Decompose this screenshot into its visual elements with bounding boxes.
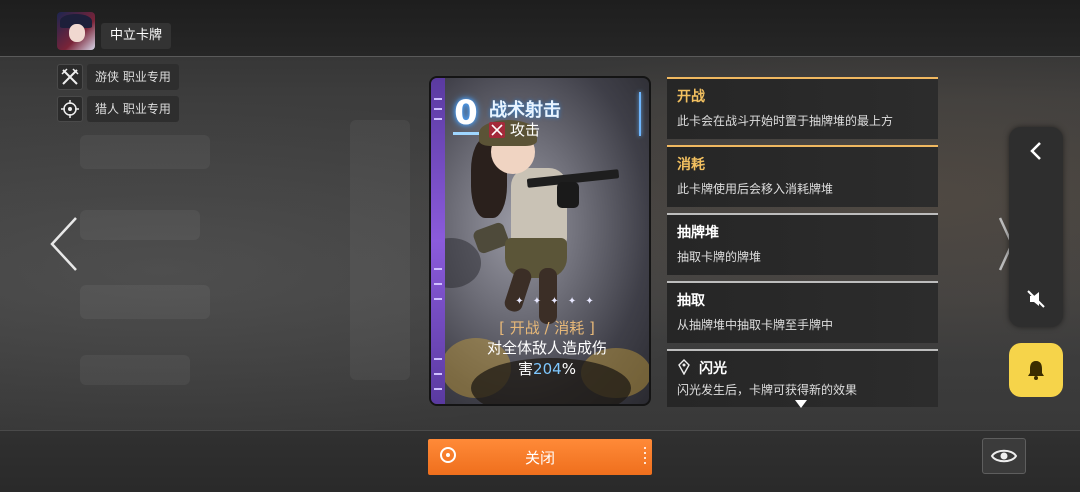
card-type-label: 攻击 <box>510 121 541 139</box>
card-type: 攻击 <box>489 119 540 140</box>
prev-card-arrow[interactable] <box>48 216 80 276</box>
keyword-title: 闪光 <box>699 361 727 377</box>
card-detail: 0 战术射击 攻击 ✦ ✦ ✦ ✦ ✦ [ 开战 / 消耗 ] 对全体敌人造成伤… <box>429 76 651 406</box>
target-icon <box>57 96 83 122</box>
card-sparkles: ✦ ✦ ✦ ✦ ✦ <box>515 296 597 307</box>
keyword-item-draw: 抽取 从抽牌堆中抽取卡牌至手牌中 <box>667 281 938 343</box>
collapse-panel-button[interactable] <box>1009 129 1063 173</box>
keyword-item-draw-pile: 抽牌堆 抽取卡牌的牌堆 <box>667 213 938 275</box>
close-button-label: 关闭 <box>524 448 555 467</box>
keyword-desc: 闪光发生后，卡牌可获得新的效果 <box>677 383 858 397</box>
class-tag-label: 游侠 职业专用 <box>87 64 179 90</box>
mute-icon <box>1027 290 1045 308</box>
class-tag-hunter: 猎人 职业专用 <box>57 96 179 122</box>
notification-button[interactable] <box>1009 343 1063 397</box>
keyword-title: 开战 <box>677 89 705 105</box>
attack-icon <box>489 121 505 138</box>
keyword-desc: 从抽牌堆中抽取卡牌至手牌中 <box>677 318 834 332</box>
keyword-item-opening: 开战 此卡会在战斗开始时置于抽牌堆的最上方 <box>667 77 938 139</box>
card-art-weapon <box>557 182 579 208</box>
card-desc-suffix: % <box>561 360 576 378</box>
floating-side-panel <box>1009 127 1063 327</box>
bg-blur-shape <box>80 135 210 169</box>
scroll-down-indicator[interactable] <box>795 400 807 408</box>
class-tag-label: 猎人 职业专用 <box>87 96 179 122</box>
card-desc-prefix: 害 <box>518 360 534 378</box>
card-frame-accent <box>639 92 641 136</box>
keyword-item-flash: 闪光 闪光发生后，卡牌可获得新的效果 <box>667 349 938 407</box>
crossed-swords-icon <box>57 64 83 90</box>
mute-button[interactable] <box>1009 277 1063 321</box>
card-cost-underline <box>453 132 479 135</box>
circle-dot-icon <box>440 447 456 463</box>
chevron-left-icon <box>50 217 77 271</box>
avatar[interactable] <box>57 12 95 50</box>
card-damage-value: 204 <box>533 360 562 378</box>
button-edge-decoration <box>644 447 646 467</box>
keyword-title: 抽取 <box>677 293 705 309</box>
card-description: 对全体敌人造成伤 害204% <box>449 338 645 380</box>
eye-icon <box>990 449 1018 463</box>
card-desc-line2: 害204% <box>449 359 645 380</box>
bell-icon <box>1028 361 1044 380</box>
keyword-desc: 抽取卡牌的牌堆 <box>677 250 762 264</box>
card-desc-line1: 对全体敌人造成伤 <box>486 339 607 357</box>
view-toggle-button[interactable] <box>982 438 1026 474</box>
keyword-item-exhaust: 消耗 此卡牌使用后会移入消耗牌堆 <box>667 145 938 207</box>
card-rarity-stripe <box>431 78 445 404</box>
keyword-desc: 此卡牌使用后会移入消耗牌堆 <box>677 182 834 196</box>
class-tag-ranger: 游侠 职业专用 <box>57 64 179 90</box>
card-keyword-tags: [ 开战 / 消耗 ] <box>499 319 595 337</box>
close-button[interactable]: 关闭 <box>428 439 652 475</box>
avatar-face <box>69 24 85 42</box>
keyword-list[interactable]: 开战 此卡会在战斗开始时置于抽牌堆的最上方 消耗 此卡牌使用后会移入消耗牌堆 抽… <box>667 77 938 407</box>
top-bar: 中立卡牌 <box>0 0 1080 57</box>
keyword-title: 消耗 <box>677 157 705 173</box>
page-title: 中立卡牌 <box>101 23 172 49</box>
chevron-left-icon <box>1030 142 1041 160</box>
keyword-title: 抽牌堆 <box>677 225 719 241</box>
bg-blur-shape <box>80 210 200 240</box>
keyword-desc: 此卡会在战斗开始时置于抽牌堆的最上方 <box>677 114 894 128</box>
bg-blur-shape <box>350 120 410 380</box>
bg-blur-shape <box>80 355 190 385</box>
bg-blur-shape <box>80 285 210 319</box>
flash-icon <box>677 359 691 379</box>
card-cost: 0 <box>454 93 478 133</box>
